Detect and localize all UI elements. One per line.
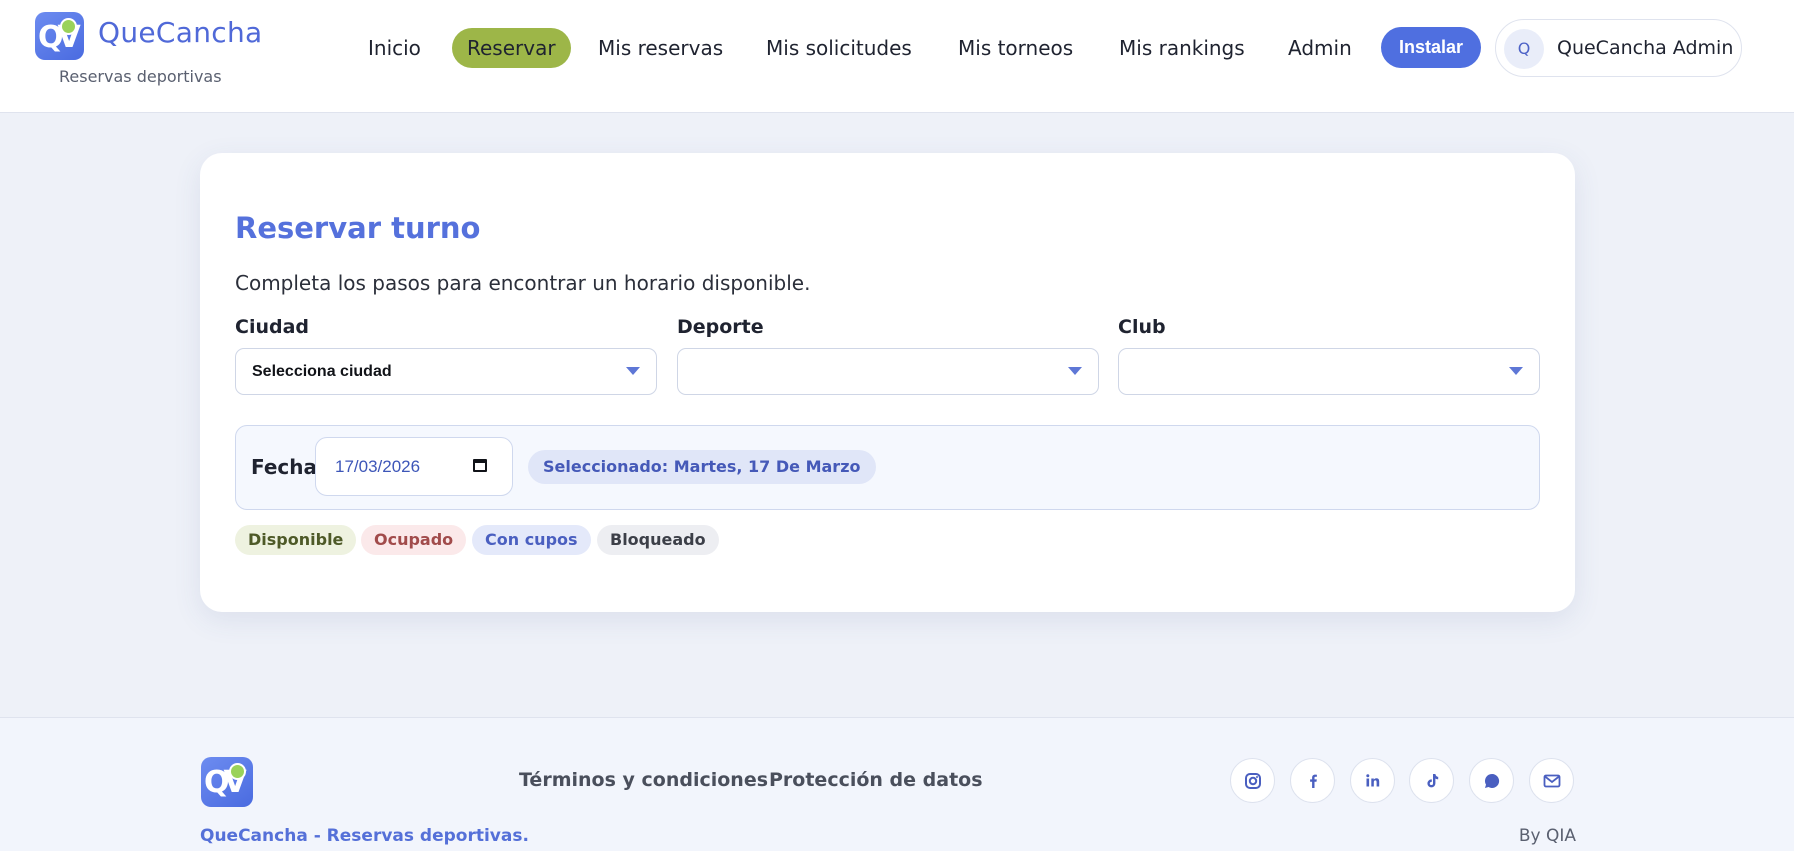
user-name: QueCancha Admin: [1557, 37, 1734, 59]
chevron-down-icon: [1068, 367, 1082, 375]
install-button[interactable]: Instalar: [1381, 27, 1481, 68]
user-menu[interactable]: Q QueCancha Admin: [1495, 19, 1742, 77]
brand-name[interactable]: QueCancha: [98, 16, 262, 49]
terms-link[interactable]: Términos y condiciones: [519, 769, 768, 791]
nav-item-mis-solicitudes[interactable]: Mis solicitudes: [766, 28, 912, 68]
date-label: Fecha: [251, 455, 318, 479]
city-select[interactable]: Selecciona ciudad: [235, 348, 657, 395]
tiktok-icon[interactable]: [1409, 758, 1454, 803]
brand-subtitle: Reservas deportivas: [59, 67, 222, 86]
date-input[interactable]: 17/03/2026: [315, 437, 513, 496]
top-header: QV QueCancha Reservas deportivas Inicio …: [0, 0, 1794, 113]
footer-tagline: QueCancha - Reservas deportivas.: [200, 826, 529, 846]
calendar-icon[interactable]: [473, 459, 487, 472]
nav-item-admin[interactable]: Admin: [1288, 28, 1352, 68]
reservation-card: Reservar turno Completa los pasos para e…: [200, 153, 1575, 612]
selected-date-badge: Seleccionado: Martes, 17 De Marzo: [528, 450, 876, 484]
date-panel: Fecha 17/03/2026 Seleccionado: Martes, 1…: [235, 425, 1540, 510]
club-select[interactable]: [1118, 348, 1540, 395]
logo-ball-icon: [60, 18, 77, 35]
nav-item-mis-torneos[interactable]: Mis torneos: [958, 28, 1073, 68]
nav-item-reservar[interactable]: Reservar: [452, 28, 571, 68]
date-input-value: 17/03/2026: [335, 457, 421, 476]
legend-available: Disponible: [235, 525, 357, 555]
legend-busy: Ocupado: [361, 525, 467, 555]
city-label: Ciudad: [235, 316, 310, 338]
avatar: Q: [1504, 29, 1544, 69]
instagram-icon[interactable]: [1230, 758, 1275, 803]
footer: QV Términos y condiciones Protección de …: [0, 717, 1794, 851]
chevron-down-icon: [626, 367, 640, 375]
privacy-link[interactable]: Protección de datos: [769, 769, 983, 791]
sport-label: Deporte: [677, 316, 764, 338]
city-select-value: Selecciona ciudad: [252, 363, 392, 380]
nav-item-inicio[interactable]: Inicio: [368, 28, 421, 68]
club-label: Club: [1118, 316, 1166, 338]
whatsapp-icon[interactable]: [1469, 758, 1514, 803]
mail-icon[interactable]: [1529, 758, 1574, 803]
quecancha-logo-icon[interactable]: QV: [35, 12, 84, 60]
legend-spots: Con cupos: [472, 525, 591, 555]
linkedin-icon[interactable]: [1350, 758, 1395, 803]
nav-item-mis-rankings[interactable]: Mis rankings: [1119, 28, 1245, 68]
footer-logo-icon[interactable]: QV: [201, 757, 253, 807]
sport-select[interactable]: [677, 348, 1099, 395]
page-title: Reservar turno: [235, 211, 481, 245]
facebook-icon[interactable]: [1290, 758, 1335, 803]
chevron-down-icon: [1509, 367, 1523, 375]
legend-blocked: Bloqueado: [597, 525, 719, 555]
footer-credit: By QIA: [1518, 826, 1576, 846]
footer-logo-ball-icon: [229, 763, 246, 780]
page-subtitle: Completa los pasos para encontrar un hor…: [235, 271, 811, 295]
nav-item-mis-reservas[interactable]: Mis reservas: [598, 28, 723, 68]
